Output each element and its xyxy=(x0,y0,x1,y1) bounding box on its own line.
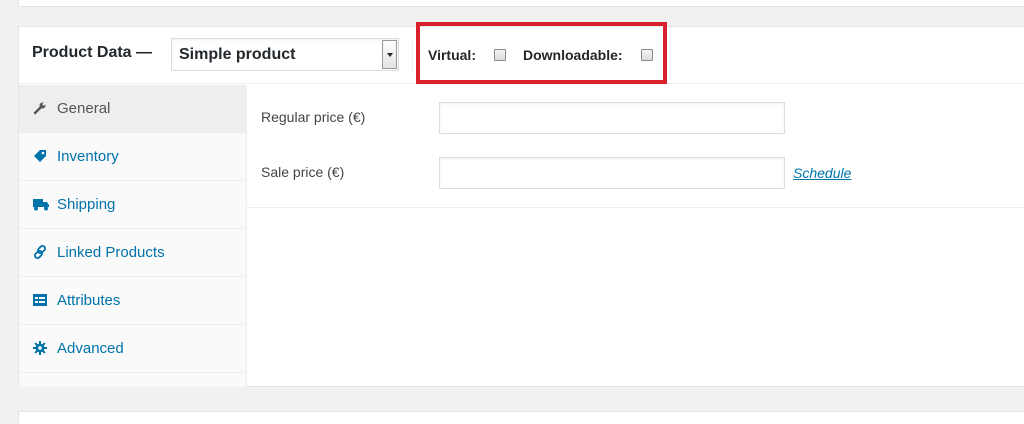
truck-icon xyxy=(33,199,49,211)
list-icon xyxy=(33,294,47,306)
product-type-select[interactable]: Simple product xyxy=(171,38,399,71)
tab-label: Inventory xyxy=(57,148,119,165)
next-metabox xyxy=(18,411,1024,424)
gear-icon xyxy=(33,341,47,355)
tab-advanced[interactable]: Advanced xyxy=(19,325,246,373)
tab-label: Attributes xyxy=(57,292,121,309)
tab-general[interactable]: General xyxy=(19,85,246,133)
tab-attributes[interactable]: Attributes xyxy=(19,277,246,325)
highlight-box xyxy=(416,22,667,84)
link-icon xyxy=(34,245,46,259)
tab-label: Advanced xyxy=(57,340,124,357)
sale-price-input[interactable] xyxy=(439,157,785,189)
sale-price-label: Sale price (€) xyxy=(261,164,345,180)
panel-title: Product Data — xyxy=(32,44,153,61)
tab-label: Linked Products xyxy=(57,244,165,261)
tab-label: General xyxy=(57,100,111,117)
content-divider xyxy=(247,207,1024,208)
schedule-link[interactable]: Schedule xyxy=(793,165,851,181)
tab-label: Shipping xyxy=(57,196,116,213)
regular-price-input[interactable] xyxy=(439,102,785,134)
previous-metabox xyxy=(18,0,1024,7)
product-data-tabs: General Inventory Shipping Linked Produc… xyxy=(19,85,247,387)
wrench-icon xyxy=(33,102,46,115)
product-type-value: Simple product xyxy=(179,46,296,63)
tag-icon xyxy=(34,150,46,162)
chevron-down-icon xyxy=(382,40,397,69)
header-divider xyxy=(412,40,413,70)
tab-shipping[interactable]: Shipping xyxy=(19,181,246,229)
regular-price-label: Regular price (€) xyxy=(261,109,366,125)
tab-inventory[interactable]: Inventory xyxy=(19,133,246,181)
tab-linked-products[interactable]: Linked Products xyxy=(19,229,246,277)
